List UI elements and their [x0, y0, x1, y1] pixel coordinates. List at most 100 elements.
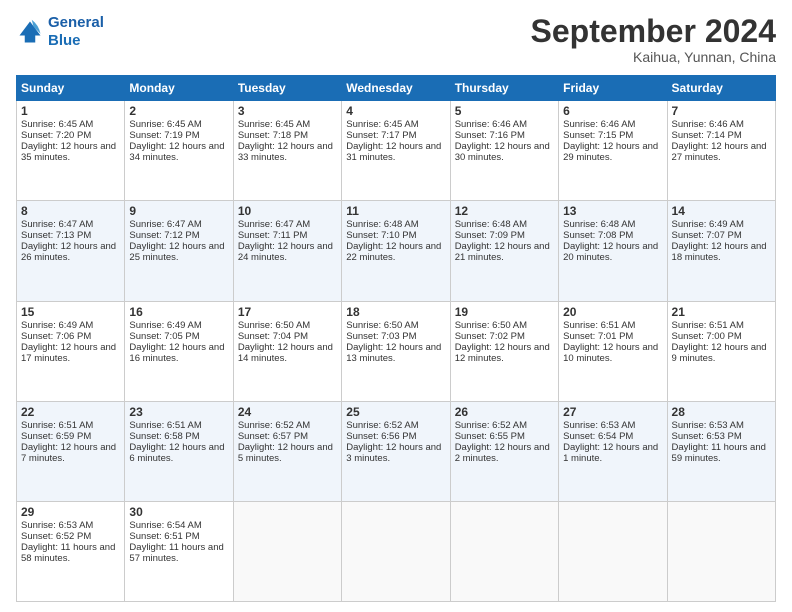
sunset-label: Sunset: 6:57 PM: [238, 431, 308, 442]
sunrise-label: Sunrise: 6:47 AM: [129, 219, 201, 230]
sunrise-label: Sunrise: 6:50 AM: [455, 320, 527, 331]
daylight-label: Daylight: 12 hours and 20 minutes.: [563, 241, 658, 263]
sunrise-label: Sunrise: 6:48 AM: [346, 219, 418, 230]
location: Kaihua, Yunnan, China: [531, 49, 776, 65]
day-number: 23: [129, 405, 228, 419]
daylight-label: Daylight: 12 hours and 16 minutes.: [129, 342, 224, 364]
sunrise-label: Sunrise: 6:52 AM: [455, 420, 527, 431]
col-thursday: Thursday: [450, 76, 558, 101]
day-number: 8: [21, 204, 120, 218]
sunset-label: Sunset: 7:03 PM: [346, 331, 416, 342]
sunset-label: Sunset: 6:56 PM: [346, 431, 416, 442]
daylight-label: Daylight: 12 hours and 2 minutes.: [455, 442, 550, 464]
sunrise-label: Sunrise: 6:48 AM: [455, 219, 527, 230]
sunset-label: Sunset: 6:53 PM: [672, 431, 742, 442]
day-number: 17: [238, 305, 337, 319]
sunrise-label: Sunrise: 6:47 AM: [238, 219, 310, 230]
table-row: 26 Sunrise: 6:52 AM Sunset: 6:55 PM Dayl…: [450, 401, 558, 501]
daylight-label: Daylight: 12 hours and 18 minutes.: [672, 241, 767, 263]
sunset-label: Sunset: 6:55 PM: [455, 431, 525, 442]
calendar-week-3: 15 Sunrise: 6:49 AM Sunset: 7:06 PM Dayl…: [17, 301, 776, 401]
col-tuesday: Tuesday: [233, 76, 341, 101]
logo: General Blue: [16, 14, 104, 50]
table-row: 22 Sunrise: 6:51 AM Sunset: 6:59 PM Dayl…: [17, 401, 125, 501]
sunset-label: Sunset: 6:52 PM: [21, 531, 91, 542]
day-number: 11: [346, 204, 445, 218]
sunset-label: Sunset: 7:10 PM: [346, 230, 416, 241]
daylight-label: Daylight: 12 hours and 25 minutes.: [129, 241, 224, 263]
daylight-label: Daylight: 12 hours and 29 minutes.: [563, 141, 658, 163]
day-number: 10: [238, 204, 337, 218]
sunset-label: Sunset: 7:04 PM: [238, 331, 308, 342]
logo-text: General Blue: [48, 14, 104, 50]
sunset-label: Sunset: 7:15 PM: [563, 130, 633, 141]
table-row: 1 Sunrise: 6:45 AM Sunset: 7:20 PM Dayli…: [17, 101, 125, 201]
sunrise-label: Sunrise: 6:46 AM: [455, 119, 527, 130]
sunset-label: Sunset: 7:19 PM: [129, 130, 199, 141]
daylight-label: Daylight: 12 hours and 6 minutes.: [129, 442, 224, 464]
daylight-label: Daylight: 12 hours and 7 minutes.: [21, 442, 116, 464]
day-number: 18: [346, 305, 445, 319]
table-row: 27 Sunrise: 6:53 AM Sunset: 6:54 PM Dayl…: [559, 401, 667, 501]
day-number: 2: [129, 104, 228, 118]
header-row: Sunday Monday Tuesday Wednesday Thursday…: [17, 76, 776, 101]
day-number: 5: [455, 104, 554, 118]
table-row: 6 Sunrise: 6:46 AM Sunset: 7:15 PM Dayli…: [559, 101, 667, 201]
sunrise-label: Sunrise: 6:51 AM: [672, 320, 744, 331]
sunset-label: Sunset: 6:54 PM: [563, 431, 633, 442]
empty-cell: [342, 501, 450, 601]
table-row: 24 Sunrise: 6:52 AM Sunset: 6:57 PM Dayl…: [233, 401, 341, 501]
sunrise-label: Sunrise: 6:53 AM: [672, 420, 744, 431]
table-row: 13 Sunrise: 6:48 AM Sunset: 7:08 PM Dayl…: [559, 201, 667, 301]
sunrise-label: Sunrise: 6:48 AM: [563, 219, 635, 230]
sunrise-label: Sunrise: 6:52 AM: [238, 420, 310, 431]
calendar-week-1: 1 Sunrise: 6:45 AM Sunset: 7:20 PM Dayli…: [17, 101, 776, 201]
sunset-label: Sunset: 7:14 PM: [672, 130, 742, 141]
sunset-label: Sunset: 7:02 PM: [455, 331, 525, 342]
table-row: 11 Sunrise: 6:48 AM Sunset: 7:10 PM Dayl…: [342, 201, 450, 301]
table-row: 9 Sunrise: 6:47 AM Sunset: 7:12 PM Dayli…: [125, 201, 233, 301]
sunrise-label: Sunrise: 6:50 AM: [238, 320, 310, 331]
sunset-label: Sunset: 7:06 PM: [21, 331, 91, 342]
daylight-label: Daylight: 12 hours and 12 minutes.: [455, 342, 550, 364]
sunrise-label: Sunrise: 6:51 AM: [129, 420, 201, 431]
title-area: September 2024 Kaihua, Yunnan, China: [531, 14, 776, 65]
table-row: 15 Sunrise: 6:49 AM Sunset: 7:06 PM Dayl…: [17, 301, 125, 401]
sunset-label: Sunset: 7:17 PM: [346, 130, 416, 141]
daylight-label: Daylight: 12 hours and 13 minutes.: [346, 342, 441, 364]
daylight-label: Daylight: 12 hours and 30 minutes.: [455, 141, 550, 163]
empty-cell: [667, 501, 775, 601]
empty-cell: [450, 501, 558, 601]
day-number: 24: [238, 405, 337, 419]
sunrise-label: Sunrise: 6:49 AM: [21, 320, 93, 331]
daylight-label: Daylight: 12 hours and 21 minutes.: [455, 241, 550, 263]
table-row: 10 Sunrise: 6:47 AM Sunset: 7:11 PM Dayl…: [233, 201, 341, 301]
daylight-label: Daylight: 12 hours and 22 minutes.: [346, 241, 441, 263]
table-row: 28 Sunrise: 6:53 AM Sunset: 6:53 PM Dayl…: [667, 401, 775, 501]
header: General Blue September 2024 Kaihua, Yunn…: [16, 14, 776, 65]
col-wednesday: Wednesday: [342, 76, 450, 101]
sunrise-label: Sunrise: 6:53 AM: [21, 520, 93, 531]
table-row: 21 Sunrise: 6:51 AM Sunset: 7:00 PM Dayl…: [667, 301, 775, 401]
daylight-label: Daylight: 11 hours and 58 minutes.: [21, 542, 115, 564]
col-saturday: Saturday: [667, 76, 775, 101]
table-row: 23 Sunrise: 6:51 AM Sunset: 6:58 PM Dayl…: [125, 401, 233, 501]
day-number: 6: [563, 104, 662, 118]
daylight-label: Daylight: 12 hours and 5 minutes.: [238, 442, 333, 464]
day-number: 13: [563, 204, 662, 218]
logo-icon: [16, 18, 44, 46]
table-row: 8 Sunrise: 6:47 AM Sunset: 7:13 PM Dayli…: [17, 201, 125, 301]
daylight-label: Daylight: 12 hours and 35 minutes.: [21, 141, 116, 163]
daylight-label: Daylight: 12 hours and 33 minutes.: [238, 141, 333, 163]
sunrise-label: Sunrise: 6:47 AM: [21, 219, 93, 230]
col-sunday: Sunday: [17, 76, 125, 101]
table-row: 17 Sunrise: 6:50 AM Sunset: 7:04 PM Dayl…: [233, 301, 341, 401]
table-row: 4 Sunrise: 6:45 AM Sunset: 7:17 PM Dayli…: [342, 101, 450, 201]
daylight-label: Daylight: 12 hours and 17 minutes.: [21, 342, 116, 364]
sunset-label: Sunset: 6:59 PM: [21, 431, 91, 442]
table-row: 16 Sunrise: 6:49 AM Sunset: 7:05 PM Dayl…: [125, 301, 233, 401]
page: General Blue September 2024 Kaihua, Yunn…: [0, 0, 792, 612]
day-number: 22: [21, 405, 120, 419]
month-title: September 2024: [531, 14, 776, 49]
sunset-label: Sunset: 7:20 PM: [21, 130, 91, 141]
